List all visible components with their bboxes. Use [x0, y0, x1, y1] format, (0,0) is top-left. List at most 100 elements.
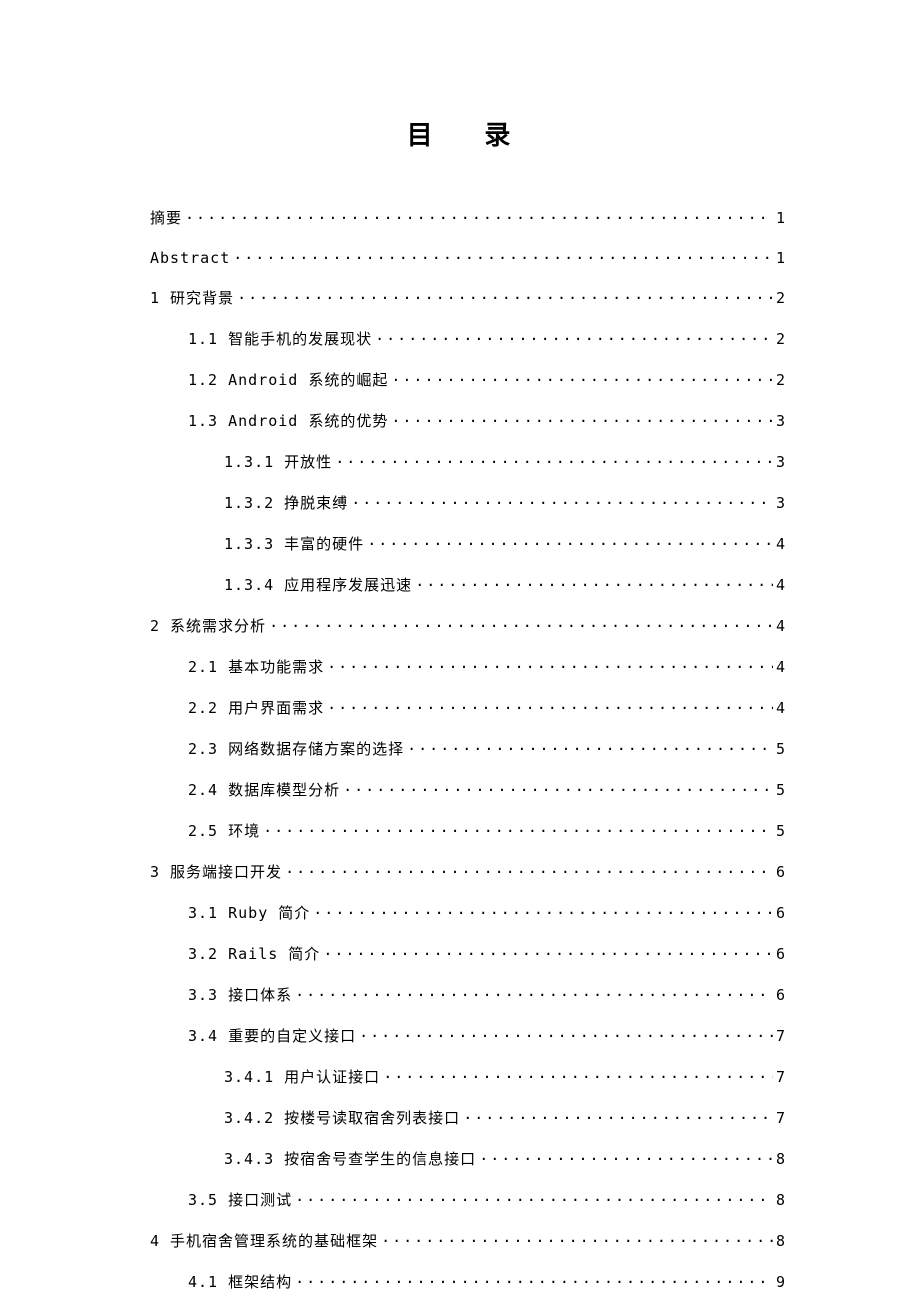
toc-entry-page: 2 [776, 330, 785, 348]
toc-entry[interactable]: 2.4 数据库模型分析5 [150, 779, 785, 800]
toc-entry-page: 2 [776, 289, 785, 307]
toc-entry-page: 4 [776, 658, 785, 676]
toc-dot-leader [367, 534, 773, 549]
toc-entry[interactable]: 3 服务端接口开发 6 [150, 861, 785, 882]
toc-entry-page: 5 [776, 740, 785, 758]
toc-entry-label: 1 研究背景 [150, 287, 234, 308]
toc-entry-page: 7 [776, 1027, 785, 1045]
toc-dot-leader [269, 616, 773, 631]
toc-entry-page: 6 [776, 945, 785, 963]
toc-dot-leader [323, 944, 773, 959]
toc-entry-label: 1.3 Android 系统的优势 [188, 410, 388, 431]
toc-entry-label: 4 手机宿舍管理系统的基础框架 [150, 1230, 378, 1251]
toc-entry[interactable]: 3.4.1 用户认证接口7 [150, 1066, 785, 1087]
toc-entry[interactable]: 1.2 Android 系统的崛起 2 [150, 369, 785, 390]
toc-dot-leader [391, 370, 773, 385]
toc-entry[interactable]: 3.4.2 按楼号读取宿舍列表接口 7 [150, 1107, 785, 1128]
toc-entry-label: 2 系统需求分析 [150, 615, 266, 636]
toc-entry[interactable]: 4.1 框架结构 9 [150, 1271, 785, 1292]
toc-dot-leader [407, 739, 773, 754]
toc-dot-leader [327, 698, 773, 713]
toc-entry-label: 3.5 接口测试 [188, 1189, 292, 1210]
toc-dot-leader [415, 575, 773, 590]
toc-entry[interactable]: 2.5 环境 5 [150, 820, 785, 841]
toc-entry[interactable]: 1.3 Android 系统的优势 3 [150, 410, 785, 431]
toc-dot-leader [359, 1026, 773, 1041]
toc-title: 目 录 [150, 115, 785, 152]
toc-entry[interactable]: 1.3.1 开放性 3 [150, 451, 785, 472]
toc-entry-page: 4 [776, 617, 785, 635]
toc-dot-leader [383, 1067, 773, 1082]
toc-entry-page: 5 [776, 781, 785, 799]
toc-entry-label: 2.5 环境 [188, 820, 260, 841]
toc-entry-page: 8 [776, 1191, 785, 1209]
toc-entry-page: 6 [776, 863, 785, 881]
toc-entry[interactable]: 1.3.3 丰富的硬件 4 [150, 533, 785, 554]
toc-dot-leader [233, 248, 773, 263]
toc-entry-label: 3.4.3 按宿舍号查学生的信息接口 [224, 1148, 476, 1169]
toc-entry-label: 2.3 网络数据存储方案的选择 [188, 738, 404, 759]
toc-dot-leader [375, 329, 773, 344]
toc-dot-leader [381, 1231, 773, 1246]
toc-entry[interactable]: Abstract 1 [150, 248, 785, 267]
toc-entry-label: 1.3.3 丰富的硬件 [224, 533, 364, 554]
toc-dot-leader [351, 493, 773, 508]
toc-entry-page: 3 [776, 412, 785, 430]
toc-entry-page: 2 [776, 371, 785, 389]
toc-dot-leader [313, 903, 773, 918]
toc-entry-page: 6 [776, 986, 785, 1004]
toc-entry-page: 3 [776, 453, 785, 471]
toc-entry-label: 1.3.1 开放性 [224, 451, 332, 472]
toc-entry-label: 1.3.4 应用程序发展迅速 [224, 574, 412, 595]
toc-entry[interactable]: 4 手机宿舍管理系统的基础框架 8 [150, 1230, 785, 1251]
toc-entry[interactable]: 3.3 接口体系6 [150, 984, 785, 1005]
toc-entry[interactable]: 1 研究背景 2 [150, 287, 785, 308]
toc-entry-label: 4.1 框架结构 [188, 1271, 292, 1292]
toc-entry-label: 摘要 [150, 207, 182, 228]
toc-dot-leader [237, 288, 773, 303]
toc-entry-page: 1 [776, 249, 785, 267]
toc-entry-page: 5 [776, 822, 785, 840]
toc-dot-leader [479, 1149, 773, 1164]
toc-entry-page: 3 [776, 494, 785, 512]
toc-entry-page: 4 [776, 699, 785, 717]
toc-dot-leader [263, 821, 773, 836]
toc-entry-label: 3.4.2 按楼号读取宿舍列表接口 [224, 1107, 460, 1128]
toc-entry[interactable]: 3.5 接口测试 8 [150, 1189, 785, 1210]
toc-entry-label: 2.1 基本功能需求 [188, 656, 324, 677]
toc-dot-leader [463, 1108, 773, 1123]
toc-entry[interactable]: 2 系统需求分析 4 [150, 615, 785, 636]
toc-entry[interactable]: 摘要1 [150, 207, 785, 228]
toc-dot-leader [295, 985, 773, 1000]
toc-entry-label: 3 服务端接口开发 [150, 861, 282, 882]
toc-entry[interactable]: 2.2 用户界面需求4 [150, 697, 785, 718]
toc-dot-leader [335, 452, 773, 467]
toc-entry-label: 1.3.2 挣脱束缚 [224, 492, 348, 513]
toc-dot-leader [295, 1190, 773, 1205]
toc-entry-label: 1.2 Android 系统的崛起 [188, 369, 388, 390]
toc-entry[interactable]: 3.1 Ruby 简介6 [150, 902, 785, 923]
toc-entry-page: 9 [776, 1273, 785, 1291]
toc-dot-leader [327, 657, 773, 672]
toc-dot-leader [295, 1272, 773, 1287]
table-of-contents: 摘要1Abstract11 研究背景21.1 智能手机的发展现状21.2 And… [150, 207, 785, 1292]
toc-entry[interactable]: 2.3 网络数据存储方案的选择 5 [150, 738, 785, 759]
toc-entry-page: 4 [776, 535, 785, 553]
toc-entry[interactable]: 3.4.3 按宿舍号查学生的信息接口8 [150, 1148, 785, 1169]
toc-entry[interactable]: 3.4 重要的自定义接口 7 [150, 1025, 785, 1046]
toc-entry-label: 3.1 Ruby 简介 [188, 902, 310, 923]
toc-entry-page: 8 [776, 1232, 785, 1250]
toc-entry[interactable]: 3.2 Rails 简介6 [150, 943, 785, 964]
toc-entry-label: Abstract [150, 249, 230, 267]
toc-entry[interactable]: 1.3.2 挣脱束缚 3 [150, 492, 785, 513]
toc-entry-label: 1.1 智能手机的发展现状 [188, 328, 372, 349]
toc-entry[interactable]: 2.1 基本功能需求 4 [150, 656, 785, 677]
toc-dot-leader [343, 780, 773, 795]
toc-dot-leader [185, 208, 773, 223]
toc-entry[interactable]: 1.3.4 应用程序发展迅速4 [150, 574, 785, 595]
toc-dot-leader [285, 862, 773, 877]
toc-entry-label: 3.4 重要的自定义接口 [188, 1025, 356, 1046]
toc-entry-page: 7 [776, 1109, 785, 1127]
toc-entry[interactable]: 1.1 智能手机的发展现状 2 [150, 328, 785, 349]
toc-entry-page: 7 [776, 1068, 785, 1086]
